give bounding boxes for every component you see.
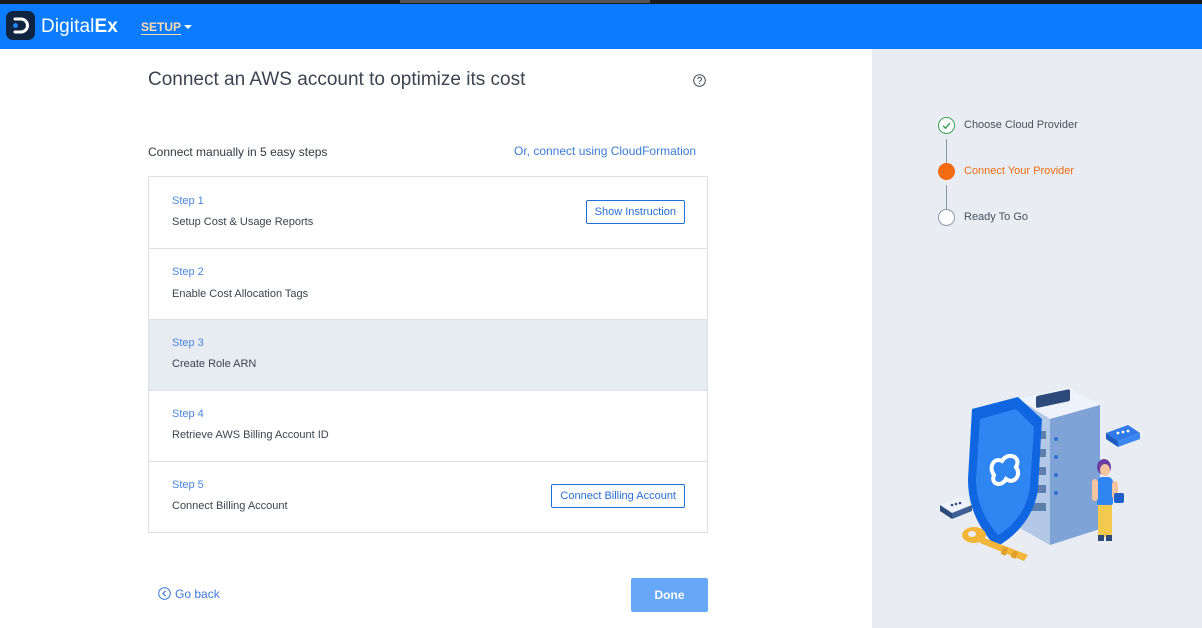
app-header: DigitalEx SETUP: [0, 4, 1202, 49]
setup-menu[interactable]: SETUP: [141, 20, 193, 34]
step-number: Step 3: [172, 337, 204, 349]
step-5: Step 5 Connect Billing Account Connect B…: [149, 462, 707, 532]
steps-list: Step 1 Setup Cost & Usage Reports Show I…: [148, 176, 708, 533]
go-back-label: Go back: [175, 587, 220, 601]
step-label: Enable Cost Allocation Tags: [172, 288, 309, 300]
step-4: Step 4 Retrieve AWS Billing Account ID: [149, 391, 707, 462]
steps-heading: Connect manually in 5 easy steps: [148, 145, 328, 159]
help-icon[interactable]: [693, 74, 706, 87]
progress-sidebar: Choose Cloud Provider Connect Your Provi…: [872, 49, 1202, 628]
step-number: Step 2: [172, 266, 204, 278]
page-title: Connect an AWS account to optimize its c…: [148, 69, 526, 90]
progress-label: Ready To Go: [964, 211, 1029, 223]
step-number: Step 5: [172, 479, 204, 491]
progress-label: Connect Your Provider: [964, 165, 1075, 177]
caret-down-icon: [184, 24, 193, 29]
step-1: Step 1 Setup Cost & Usage Reports Show I…: [149, 177, 707, 249]
digitalex-logo-icon: [6, 11, 35, 40]
step-number: Step 1: [172, 195, 204, 207]
pending-step-circle-icon: [938, 209, 955, 226]
step-label: Setup Cost & Usage Reports: [172, 216, 314, 228]
brand-name: DigitalEx: [41, 16, 118, 37]
active-step-dot-icon: [938, 163, 955, 180]
check-circle-icon: [938, 117, 955, 134]
setup-menu-label: SETUP: [141, 20, 182, 34]
go-back-link[interactable]: Go back: [158, 587, 220, 601]
connect-billing-account-button[interactable]: Connect Billing Account: [551, 484, 685, 508]
progress-connector: [946, 185, 947, 209]
step-label: Create Role ARN: [172, 358, 257, 370]
cloudformation-link[interactable]: Or, connect using CloudFormation: [514, 144, 696, 158]
main-content: Connect an AWS account to optimize its c…: [0, 49, 872, 628]
security-server-illustration: [940, 387, 1140, 561]
step-2: Step 2 Enable Cost Allocation Tags: [149, 249, 707, 320]
show-instruction-button[interactable]: Show Instruction: [585, 200, 685, 224]
step-number: Step 4: [172, 408, 204, 420]
step-label: Retrieve AWS Billing Account ID: [172, 429, 329, 441]
done-button[interactable]: Done: [631, 578, 708, 612]
step-3: Step 3 Create Role ARN: [149, 320, 707, 391]
back-arrow-icon: [158, 587, 171, 601]
step-label: Connect Billing Account: [172, 500, 288, 512]
progress-label: Choose Cloud Provider: [964, 119, 1078, 131]
